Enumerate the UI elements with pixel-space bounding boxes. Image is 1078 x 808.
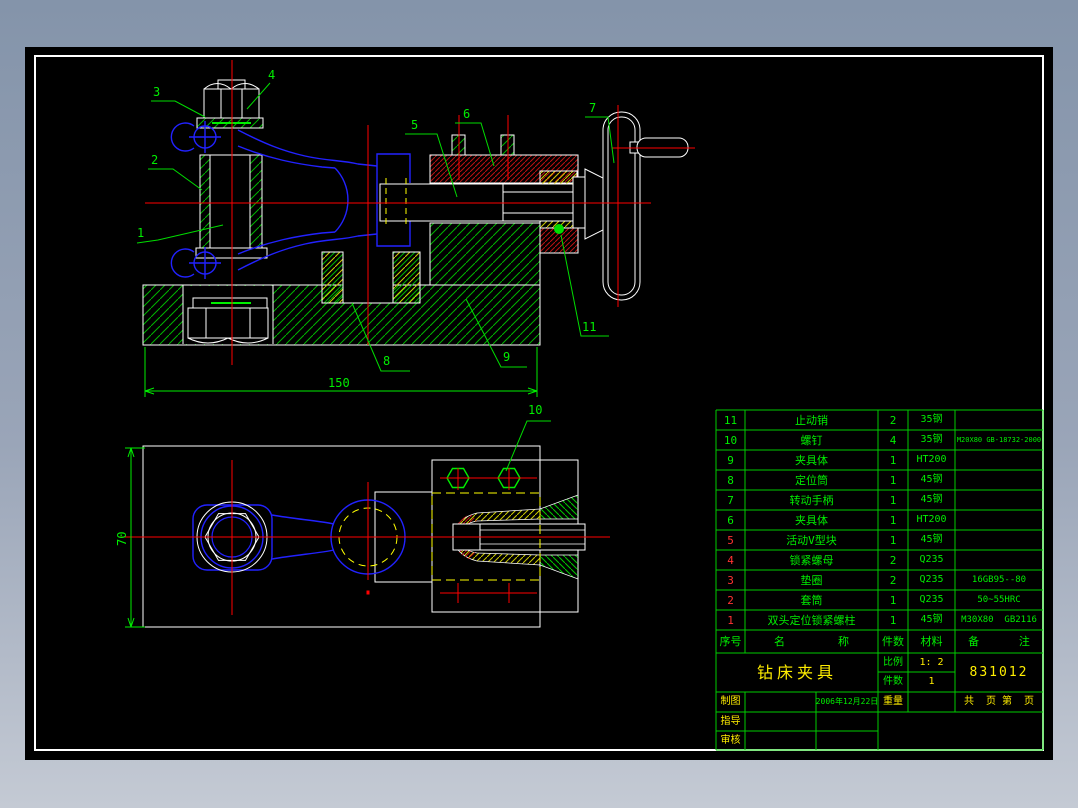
header-qty: 件数 [882,635,904,648]
dimension-width: 70 [115,532,129,546]
part-remark [955,510,1043,530]
part-remark [955,530,1043,550]
part-remark: M30X80 GB2116 [961,614,1037,625]
header-no: 序号 [719,635,742,648]
part-remark: 50~55HRC [977,594,1021,605]
part-name: 活动V型块 [786,533,837,547]
part-material: HT200 [916,454,947,465]
part-qty: 1 [889,453,897,467]
part-remark: 16GB95--80 [971,574,1027,585]
part-material: 45钢 [920,534,943,545]
part-no: 4 [727,553,734,567]
callout-8: 8 [383,354,390,368]
drawing-title: 钻床夹具 [756,662,837,682]
part-qty: 1 [889,493,897,507]
cad-sheet: 150 70 1 2 3 4 5 6 7 8 9 10 11 11 止动销 2 … [25,47,1053,760]
callout-5: 5 [411,118,418,132]
part-qty: 2 [889,413,897,427]
part-name: 螺钉 [800,433,823,447]
part-qty: 2 [889,573,897,587]
part-qty: 2 [889,553,897,567]
part-no: 1 [727,613,734,627]
part-no: 5 [727,533,734,547]
part-material: 45钢 [920,614,943,625]
dimension-length: 150 [328,376,350,390]
part-name: 套筒 [800,593,823,607]
part-no: 6 [727,513,734,527]
part-name: 锁紧螺母 [789,553,834,567]
part-qty: 1 [889,613,897,627]
part-no: 9 [727,453,734,467]
part-no: 8 [727,473,734,487]
scale-value: 1: 2 [919,656,944,668]
part-no: 3 [727,573,734,587]
callout-3: 3 [153,85,160,99]
part-material: 45钢 [920,474,943,485]
part-material: Q235 [919,594,944,605]
qty-label: 件数 [883,676,903,687]
part-remark [955,550,1043,570]
part-no: 2 [727,593,734,607]
drawn-date: 2006年12月22日 [816,697,878,706]
top-view: 70 [115,445,610,628]
part-remark [955,450,1043,470]
part-material: Q235 [919,554,944,565]
part-material: 35钢 [920,414,943,425]
qty-value: 1 [928,676,935,687]
part-qty: 1 [889,593,897,607]
part-no: 10 [723,433,738,447]
page: 150 70 1 2 3 4 5 6 7 8 9 10 11 11 止动销 2 … [0,0,1078,808]
callout-9: 9 [503,350,510,364]
callout-1: 1 [137,226,144,240]
part-name: 双头定位锁紧螺柱 [767,613,856,627]
part-qty: 1 [889,533,897,547]
scale-label: 比例 [883,656,903,668]
callout-11: 11 [582,320,596,334]
pages-label: 共 页 第 页 [963,696,1035,707]
part-name: 止动销 [795,413,828,427]
callout-4: 4 [268,68,275,82]
part-material: 45钢 [920,494,943,505]
checker-label: 审核 [720,734,741,746]
part-name: 垫圈 [800,573,823,587]
part-qty: 1 [889,513,897,527]
callout-2: 2 [151,153,158,167]
part-remark [955,470,1043,490]
part-name: 转动手柄 [789,493,834,507]
callout-10: 10 [528,403,542,417]
part-no: 11 [723,413,738,427]
part-remark: M20X80 GB-18732-2000 [956,435,1042,444]
callout-7: 7 [589,101,596,115]
drawing-number: 831012 [969,665,1029,680]
part-qty: 1 [889,473,897,487]
front-section-view: 150 [142,60,695,397]
header-name: 名 称 [774,635,849,648]
stop-pin-marker [554,224,564,234]
header-material: 材料 [920,635,943,648]
advisor-label: 指导 [720,715,741,727]
part-material: 35钢 [920,434,943,445]
drawn-label: 制图 [720,696,741,707]
callout-6: 6 [463,107,470,121]
part-material: Q235 [919,574,944,585]
part-name: 定位筒 [795,473,828,487]
part-name: 夹具体 [795,513,828,527]
part-qty: 4 [889,433,897,447]
part-remark [955,410,1043,430]
part-remark [955,490,1043,510]
weight-label: 重量 [883,696,903,707]
header-remark: 备 注 [968,635,1030,648]
part-no: 7 [727,493,734,507]
part-name: 夹具体 [795,453,828,467]
part-material: HT200 [916,514,947,525]
